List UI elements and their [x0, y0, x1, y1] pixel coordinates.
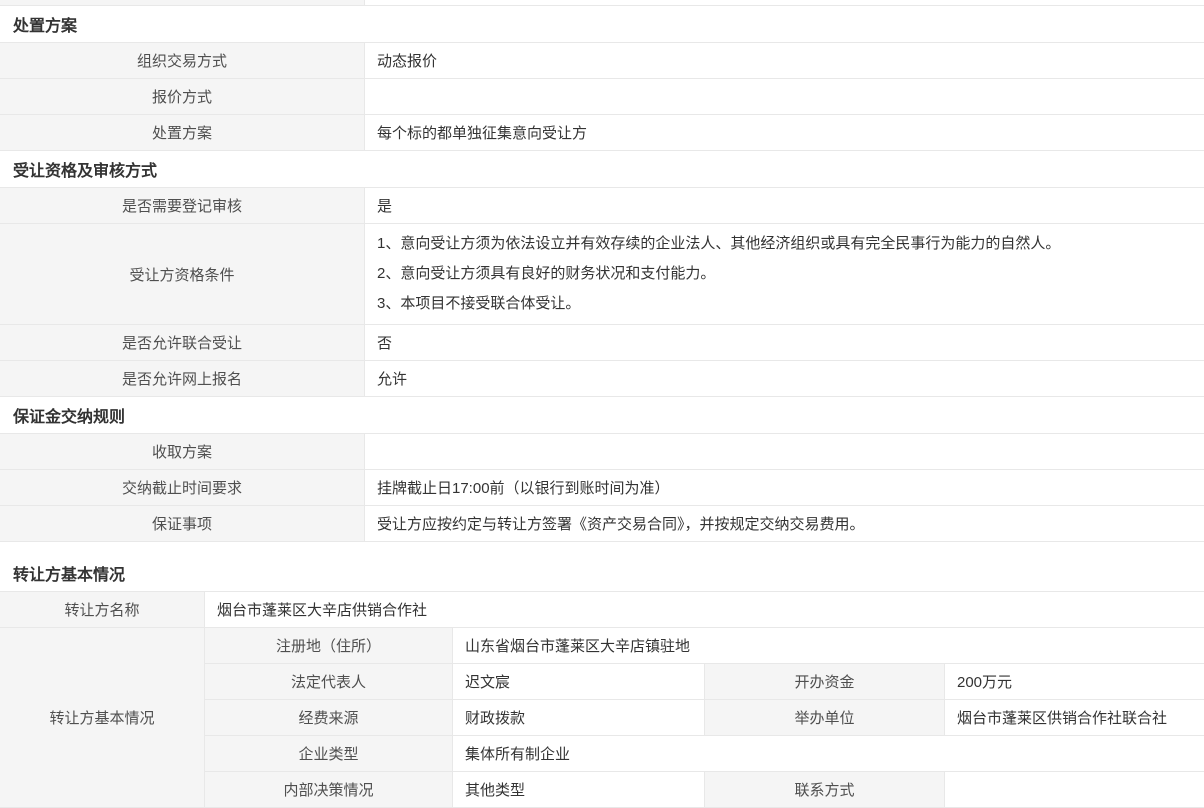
table-row: 是否需要登记审核 是: [0, 188, 1204, 224]
label-payment-deadline: 交纳截止时间要求: [0, 470, 365, 505]
label-registration-review-required: 是否需要登记审核: [0, 188, 365, 223]
label-contact-info: 联系方式: [705, 772, 945, 807]
value-registration-review-required: 是: [365, 188, 1204, 223]
label-online-registration-allowed: 是否允许网上报名: [0, 361, 365, 396]
detail-page: 处置方案 组织交易方式 动态报价 报价方式 处置方案 每个标的都单独征集意向受让…: [0, 0, 1204, 808]
clipped-previous-row-value: [365, 0, 1204, 5]
table-row: 经费来源 财政拨款 举办单位 烟台市蓬莱区供销合作社联合社: [205, 700, 1204, 736]
value-collection-plan: [365, 434, 1204, 469]
table-row: 内部决策情况 其他类型 联系方式: [205, 772, 1204, 808]
qualification-line-1: 1、意向受让方须为依法设立并有效存续的企业法人、其他经济组织或具有完全民事行为能…: [377, 229, 1192, 259]
table-row: 交纳截止时间要求 挂牌截止日17:00前（以银行到账时间为准）: [0, 470, 1204, 506]
value-enterprise-type: 集体所有制企业: [453, 736, 1204, 771]
table-row: 处置方案 每个标的都单独征集意向受让方: [0, 115, 1204, 151]
value-quote-method: [365, 79, 1204, 114]
clipped-previous-row-label: [0, 0, 365, 5]
label-funding-source: 经费来源: [205, 700, 453, 735]
label-transferee-qualification: 受让方资格条件: [0, 224, 365, 324]
table-row: 转让方名称 烟台市蓬莱区大辛店供销合作社: [0, 592, 1204, 628]
label-legal-representative: 法定代表人: [205, 664, 453, 699]
table-row: 保证事项 受让方应按约定与转让方签署《资产交易合同》，并按规定交纳交易费用。: [0, 506, 1204, 542]
value-joint-transfer-allowed: 否: [365, 325, 1204, 360]
value-payment-deadline: 挂牌截止日17:00前（以银行到账时间为准）: [365, 470, 1204, 505]
value-disposal-plan: 每个标的都单独征集意向受让方: [365, 115, 1204, 150]
transferor-info-table: 转让方基本情况 转让方名称 烟台市蓬莱区大辛店供销合作社 转让方基本情况 注册地…: [0, 555, 1204, 808]
label-startup-capital: 开办资金: [705, 664, 945, 699]
label-internal-decision: 内部决策情况: [205, 772, 453, 807]
table-row: 报价方式: [0, 79, 1204, 115]
label-organizer-unit: 举办单位: [705, 700, 945, 735]
label-guarantee-matters: 保证事项: [0, 506, 365, 541]
label-enterprise-type: 企业类型: [205, 736, 453, 771]
table-separator-gap: [0, 542, 1204, 555]
label-transferor-name: 转让方名称: [0, 592, 205, 627]
table-row: 组织交易方式 动态报价: [0, 43, 1204, 79]
label-organize-trade-method: 组织交易方式: [0, 43, 365, 78]
value-startup-capital: 200万元: [945, 664, 1204, 699]
transferor-detail-rows: 注册地（住所） 山东省烟台市蓬莱区大辛店镇驻地 法定代表人 迟文宸 开办资金 2…: [205, 628, 1204, 808]
value-internal-decision: 其他类型: [453, 772, 705, 807]
qualification-line-2: 2、意向受让方须具有良好的财务状况和支付能力。: [377, 259, 1192, 289]
table-row: 注册地（住所） 山东省烟台市蓬莱区大辛店镇驻地: [205, 628, 1204, 664]
value-transferor-name: 烟台市蓬莱区大辛店供销合作社: [205, 592, 1204, 627]
value-transferee-qualification: 1、意向受让方须为依法设立并有效存续的企业法人、其他经济组织或具有完全民事行为能…: [365, 224, 1204, 324]
label-joint-transfer-allowed: 是否允许联合受让: [0, 325, 365, 360]
value-registered-address: 山东省烟台市蓬莱区大辛店镇驻地: [453, 628, 1204, 663]
label-collection-plan: 收取方案: [0, 434, 365, 469]
transferor-detail-block: 转让方基本情况 注册地（住所） 山东省烟台市蓬莱区大辛店镇驻地 法定代表人 迟文…: [0, 628, 1204, 808]
label-transferor-basic-info: 转让方基本情况: [0, 628, 205, 808]
table-row: 是否允许网上报名 允许: [0, 361, 1204, 397]
section-header-disposal-plan: 处置方案: [0, 6, 1204, 43]
table-row: 收取方案: [0, 434, 1204, 470]
label-disposal-plan: 处置方案: [0, 115, 365, 150]
table-row: 法定代表人 迟文宸 开办资金 200万元: [205, 664, 1204, 700]
section-header-deposit-rules: 保证金交纳规则: [0, 397, 1204, 434]
label-registered-address: 注册地（住所）: [205, 628, 453, 663]
value-organize-trade-method: 动态报价: [365, 43, 1204, 78]
table-row: 企业类型 集体所有制企业: [205, 736, 1204, 772]
value-legal-representative: 迟文宸: [453, 664, 705, 699]
disposal-info-table: 处置方案 组织交易方式 动态报价 报价方式 处置方案 每个标的都单独征集意向受让…: [0, 6, 1204, 542]
value-guarantee-matters: 受让方应按约定与转让方签署《资产交易合同》，并按规定交纳交易费用。: [365, 506, 1204, 541]
value-online-registration-allowed: 允许: [365, 361, 1204, 396]
label-quote-method: 报价方式: [0, 79, 365, 114]
value-organizer-unit: 烟台市蓬莱区供销合作社联合社: [945, 700, 1204, 735]
qualification-line-3: 3、本项目不接受联合体受让。: [377, 289, 1192, 319]
table-row: 受让方资格条件 1、意向受让方须为依法设立并有效存续的企业法人、其他经济组织或具…: [0, 224, 1204, 325]
table-row: 是否允许联合受让 否: [0, 325, 1204, 361]
section-header-transfer-qualification: 受让资格及审核方式: [0, 151, 1204, 188]
section-header-transferor-basic-info: 转让方基本情况: [0, 555, 1204, 592]
value-contact-info: [945, 772, 1204, 807]
value-funding-source: 财政拨款: [453, 700, 705, 735]
